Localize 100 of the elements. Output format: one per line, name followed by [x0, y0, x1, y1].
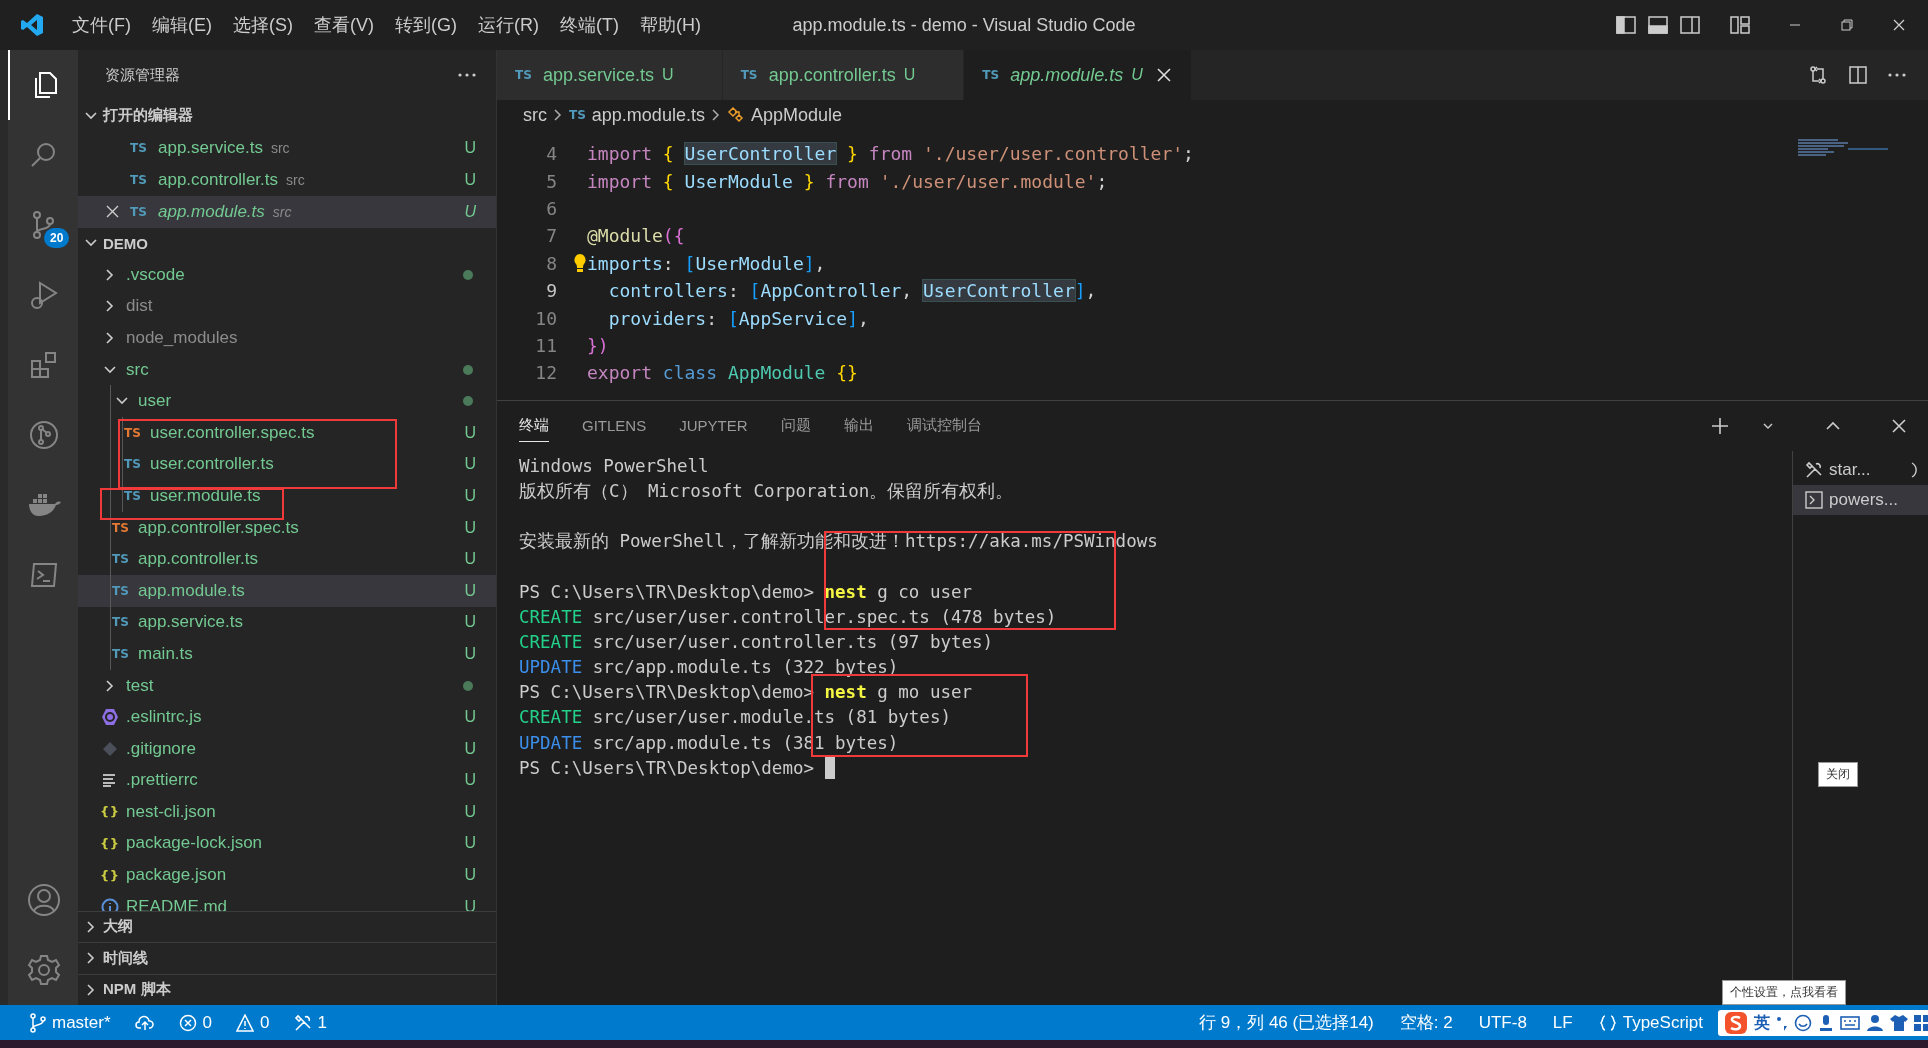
file-item[interactable]: TS user.controller.spec.ts U: [78, 416, 496, 449]
terminal-list-item[interactable]: star...: [1793, 455, 1928, 485]
panel-tab[interactable]: GITLENS: [582, 411, 647, 441]
file-item[interactable]: .gitignore U: [78, 732, 496, 765]
folder-item[interactable]: test: [78, 669, 496, 702]
file-item[interactable]: TS app.module.ts U: [78, 574, 496, 607]
editor-tab[interactable]: TS app.service.ts U: [497, 50, 723, 100]
close-icon[interactable]: [106, 205, 119, 218]
panel-tab[interactable]: 终端: [519, 410, 549, 442]
status-item[interactable]: TypeScript: [1598, 1012, 1703, 1033]
open-editor-item[interactable]: TS app.controller.ts src U: [78, 163, 496, 196]
file-item[interactable]: TS user.module.ts U: [78, 480, 496, 512]
panel-tab[interactable]: 输出: [843, 410, 874, 442]
panel-tab[interactable]: 问题: [780, 410, 811, 442]
file-item[interactable]: TS app.controller.ts U: [78, 543, 496, 575]
file-item[interactable]: { } nest-cli.json U: [78, 796, 496, 828]
git-status-label: U: [464, 644, 476, 663]
menu-item[interactable]: 文件(F): [72, 13, 131, 37]
menu-item[interactable]: 帮助(H): [639, 13, 701, 37]
menu-item[interactable]: 查看(V): [314, 13, 374, 37]
folder-item[interactable]: src: [78, 353, 496, 386]
more-icon[interactable]: [458, 73, 476, 77]
terminal-list-item[interactable]: powers...: [1793, 485, 1928, 515]
section-header[interactable]: DEMO: [78, 227, 496, 259]
breadcrumb-item[interactable]: AppModule: [750, 104, 842, 126]
menu-item[interactable]: 终端(T): [560, 13, 619, 37]
grid-icon[interactable]: [1914, 1015, 1928, 1031]
user-icon[interactable]: [1866, 1014, 1884, 1032]
folder-item[interactable]: dist: [78, 290, 496, 323]
split-layout-icon[interactable]: [1680, 16, 1700, 34]
menu-item[interactable]: 选择(S): [233, 13, 293, 37]
file-item[interactable]: TS app.controller.spec.ts U: [78, 511, 496, 544]
folder-item[interactable]: user: [78, 385, 496, 417]
section-header[interactable]: 时间线: [78, 942, 496, 974]
folder-hint: src: [272, 203, 292, 220]
file-item[interactable]: .prettierrc U: [78, 764, 496, 797]
status-item[interactable]: 空格: 2: [1399, 1011, 1453, 1034]
smiley-icon[interactable]: [1794, 1014, 1812, 1032]
panel-layout-icon[interactable]: [1648, 16, 1668, 34]
status-item[interactable]: 1: [293, 1012, 327, 1033]
punctuation-icon[interactable]: [1776, 1014, 1788, 1032]
menu-item[interactable]: 转到(G): [395, 13, 457, 37]
editor-tab[interactable]: TS app.module.ts U: [964, 50, 1192, 100]
plus-icon[interactable]: [1711, 417, 1729, 435]
menu-item[interactable]: 运行(R): [478, 13, 539, 37]
file-item[interactable]: .eslintrc.js U: [78, 701, 496, 733]
open-editor-item[interactable]: TS app.module.ts src U: [78, 195, 496, 228]
activity-bar-item[interactable]: 20: [8, 190, 78, 260]
status-item[interactable]: LF: [1552, 1012, 1573, 1033]
tools-icon: [1805, 461, 1823, 479]
git-status-label: U: [464, 834, 476, 853]
file-item[interactable]: TS main.ts U: [78, 638, 496, 670]
microphone-icon[interactable]: [1818, 1014, 1834, 1032]
status-item[interactable]: 0: [236, 1012, 270, 1033]
layout-grid-icon[interactable]: [1730, 16, 1750, 34]
braces-icon: [1598, 1013, 1617, 1032]
git-status-label: U: [464, 138, 476, 157]
status-item[interactable]: 0: [178, 1012, 213, 1033]
breadcrumb-item[interactable]: src: [523, 104, 547, 126]
typescript-file-icon: TS: [112, 552, 132, 567]
close-icon[interactable]: [1156, 68, 1171, 82]
status-item[interactable]: [134, 1014, 155, 1031]
status-item[interactable]: 行 9，列 46 (已选择14): [1199, 1011, 1374, 1034]
split-editor-icon[interactable]: [1848, 65, 1868, 85]
compare-changes-icon[interactable]: [1808, 65, 1828, 85]
section-title: 打开的编辑器: [103, 106, 193, 126]
section-header[interactable]: 打开的编辑器: [78, 100, 496, 132]
code-line: controllers: [AppController, UserController],: [607, 280, 1097, 302]
panel-tab[interactable]: 调试控制台: [906, 410, 982, 442]
branch-icon: [30, 1012, 46, 1033]
file-item[interactable]: TS app.service.ts U: [78, 606, 496, 639]
typescript-file-icon: TS: [740, 68, 761, 82]
sidebar-layout-icon[interactable]: [1616, 16, 1636, 34]
typescript-file-icon: TS: [124, 488, 144, 503]
tab-label: app.module.ts: [1010, 64, 1124, 86]
folder-item[interactable]: .vscode: [78, 259, 496, 291]
input-method-logo-icon[interactable]: [1724, 1011, 1748, 1035]
panel-tab[interactable]: JUPYTER: [679, 411, 748, 441]
shirt-icon[interactable]: [1890, 1014, 1908, 1032]
status-item[interactable]: master*: [30, 1012, 111, 1033]
count-badge: 20: [44, 228, 70, 248]
lightbulb-icon[interactable]: [573, 253, 587, 274]
input-mode-toggle[interactable]: 英: [1754, 1012, 1770, 1034]
editor-tab[interactable]: TS app.controller.ts U: [722, 50, 965, 100]
status-item[interactable]: UTF-8: [1478, 1012, 1527, 1033]
commit-graph-icon: [28, 419, 60, 451]
open-editor-item[interactable]: TS app.service.ts src U: [78, 131, 496, 164]
section-header[interactable]: 大纲: [78, 910, 496, 942]
git-status-label: U: [464, 581, 476, 600]
menu-item[interactable]: 编辑(E): [152, 13, 212, 37]
folder-item[interactable]: node_modules: [78, 322, 496, 354]
file-item[interactable]: TS user.controller.ts U: [78, 448, 496, 481]
close-icon[interactable]: [1892, 419, 1906, 433]
close-icon[interactable]: [1892, 18, 1906, 32]
file-item[interactable]: { } package.json U: [78, 859, 496, 891]
file-item[interactable]: { } package-lock.json U: [78, 827, 496, 860]
breadcrumb-item[interactable]: app.module.ts: [591, 104, 705, 126]
keyboard-icon[interactable]: [1840, 1015, 1860, 1031]
more-icon[interactable]: [1888, 73, 1906, 77]
restore-icon[interactable]: [1840, 18, 1854, 32]
